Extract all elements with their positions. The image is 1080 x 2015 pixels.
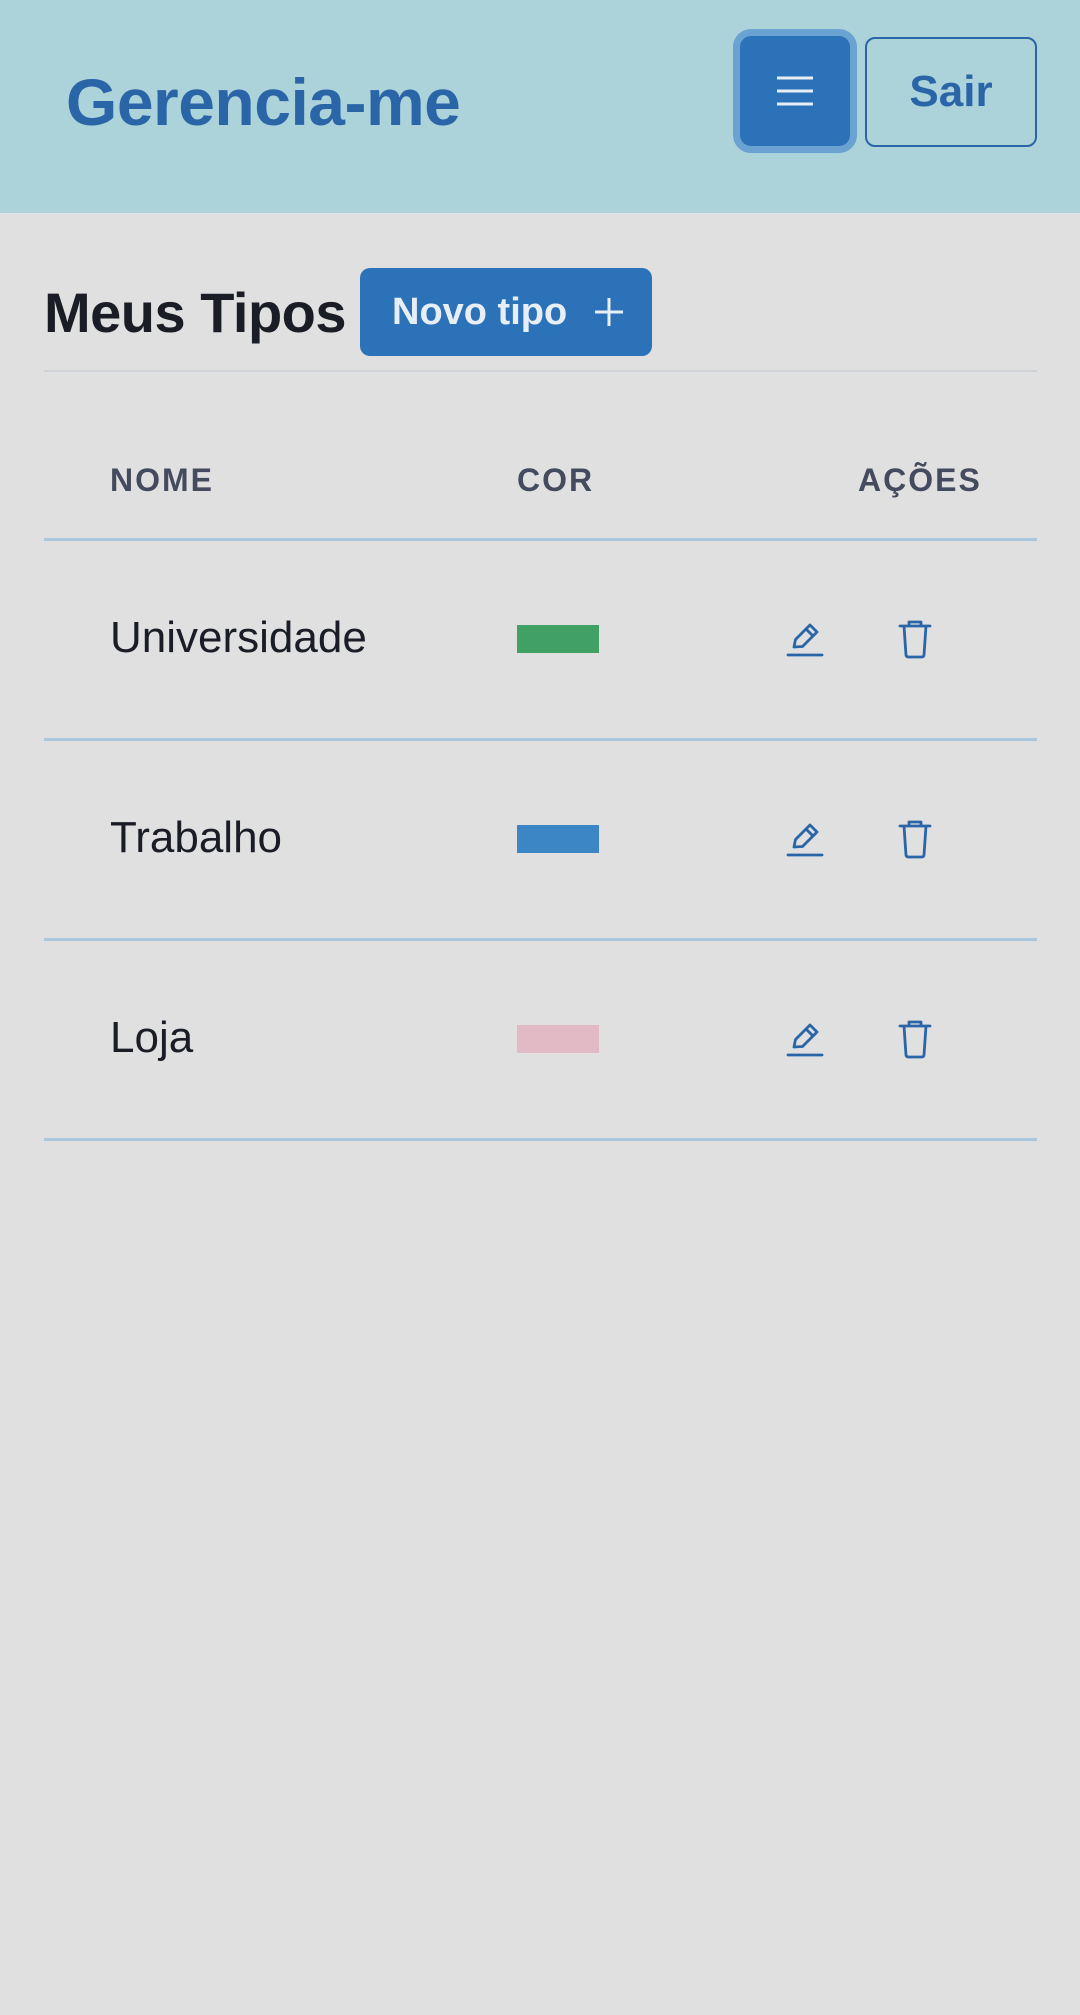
app-header: Gerencia-me Sair bbox=[0, 0, 1080, 213]
page-divider bbox=[44, 370, 1037, 372]
type-name: Trabalho bbox=[110, 813, 283, 862]
page-title: Meus Tipos bbox=[44, 280, 347, 344]
pencil-icon[interactable] bbox=[785, 1019, 825, 1059]
table-row: Trabalho bbox=[44, 741, 1037, 941]
logout-button[interactable]: Sair bbox=[865, 37, 1037, 147]
column-header-acoes: AÇÕES bbox=[858, 462, 982, 498]
new-type-button[interactable]: Novo tipo bbox=[360, 268, 652, 356]
type-color-swatch bbox=[517, 1025, 599, 1053]
column-header-cor: COR bbox=[517, 462, 595, 498]
table-body: Universidade Trabalho Loja bbox=[44, 541, 1037, 1141]
page-heading: Meus Tipos bbox=[44, 268, 347, 356]
type-color-swatch bbox=[517, 825, 599, 853]
type-color-swatch bbox=[517, 625, 599, 653]
table-row: Universidade bbox=[44, 541, 1037, 741]
trash-icon[interactable] bbox=[895, 819, 935, 859]
types-table: NOME COR AÇÕES Universidade Trabalho Loja bbox=[44, 420, 1037, 1141]
table-header-row: NOME COR AÇÕES bbox=[44, 420, 1037, 541]
hamburger-menu-icon bbox=[775, 75, 815, 107]
type-name: Universidade bbox=[110, 613, 367, 662]
column-header-nome: NOME bbox=[110, 462, 214, 498]
table-row: Loja bbox=[44, 941, 1037, 1141]
pencil-icon[interactable] bbox=[785, 619, 825, 659]
new-type-button-label: Novo tipo bbox=[392, 290, 568, 333]
trash-icon[interactable] bbox=[895, 1019, 935, 1059]
trash-icon[interactable] bbox=[895, 619, 935, 659]
type-name: Loja bbox=[110, 1013, 194, 1062]
pencil-icon[interactable] bbox=[785, 819, 825, 859]
app-brand[interactable]: Gerencia-me bbox=[66, 62, 461, 142]
menu-button[interactable] bbox=[733, 29, 857, 153]
plus-icon bbox=[593, 296, 625, 328]
